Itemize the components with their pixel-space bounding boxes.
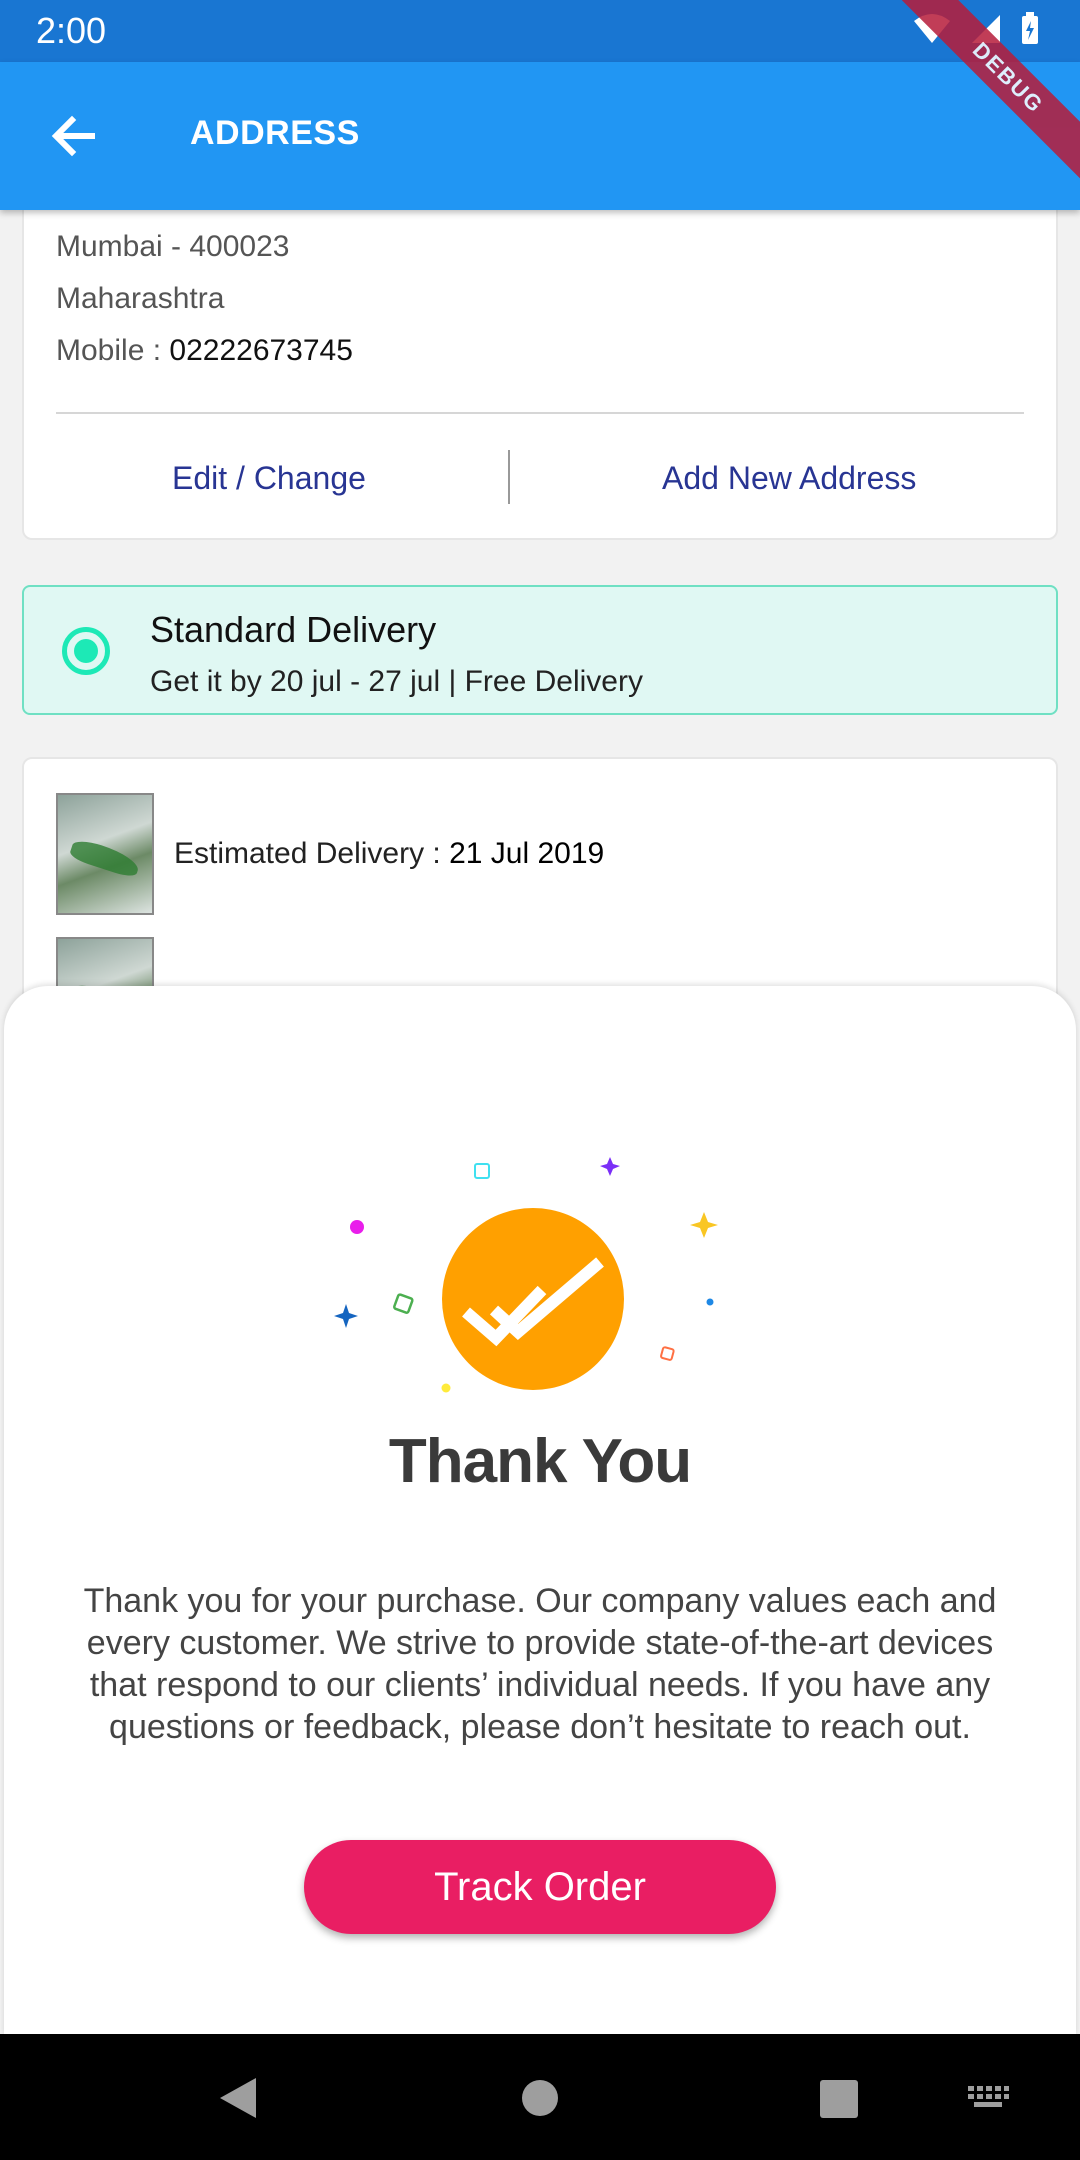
estimated-delivery: Estimated Delivery : 21 Jul 2019 (174, 837, 604, 871)
done-all-badge (442, 1208, 624, 1390)
address-state: Maharashtra (56, 282, 225, 315)
thank-you-message: Thank you for your purchase. Our company… (83, 1582, 997, 1746)
add-new-address-button[interactable]: Add New Address (662, 460, 916, 497)
address-mobile: Mobile : 02222673745 (56, 334, 353, 368)
edit-address-button[interactable]: Edit / Change (172, 460, 366, 497)
delivery-title: Standard Delivery (150, 609, 437, 650)
address-city-pin: Mumbai - 400023 (56, 230, 290, 263)
back-button[interactable] (44, 106, 104, 166)
keyboard-icon[interactable] (966, 2074, 1010, 2122)
mobile-label: Mobile : (56, 334, 170, 367)
divider (56, 412, 1024, 414)
navigation-bar (0, 2034, 1080, 2160)
track-order-button[interactable]: Track Order (304, 1840, 776, 1934)
action-separator (508, 450, 510, 504)
delivery-subtitle: Get it by 20 jul - 27 jul | Free Deliver… (150, 665, 643, 698)
mobile-number: 02222673745 (169, 334, 353, 367)
product-thumbnail (56, 793, 154, 915)
estimated-delivery-date: 21 Jul 2019 (449, 837, 605, 870)
thank-you-title: Thank You (388, 1427, 692, 1496)
standard-delivery-option[interactable]: Standard Delivery Get it by 20 jul - 27 … (22, 585, 1058, 715)
home-nav-icon[interactable] (520, 2074, 560, 2122)
radio-selected-icon[interactable] (62, 627, 110, 675)
back-nav-icon[interactable] (216, 2074, 260, 2122)
address-card: Mumbai - 400023 Maharashtra Mobile : 022… (22, 180, 1058, 540)
estimated-delivery-label: Estimated Delivery : (174, 837, 450, 870)
battery-icon (1022, 12, 1038, 44)
status-time: 2:00 (36, 10, 107, 51)
app-bar: ADDRESS (0, 62, 1080, 210)
arrow-back-icon (51, 115, 95, 157)
page-title: ADDRESS (190, 114, 360, 152)
double-check-icon (462, 1257, 604, 1347)
thank-you-sheet: Thank You Thank you for your purchase. O… (4, 986, 1076, 2036)
recents-nav-icon[interactable] (818, 2074, 860, 2122)
